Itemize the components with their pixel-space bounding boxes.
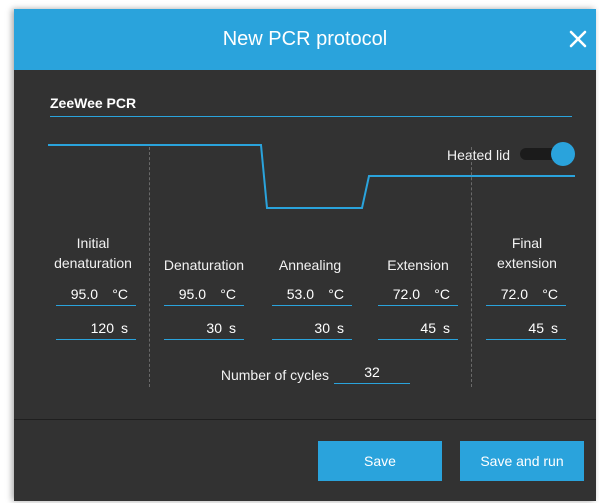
extension-temperature-input[interactable]: 72.0 °C <box>378 283 458 306</box>
save-and-run-button[interactable]: Save and run <box>460 441 584 481</box>
duration-value: 30 <box>314 320 330 336</box>
final-extension-duration-input[interactable]: 45 s <box>486 317 566 340</box>
initial-denaturation-duration-input[interactable]: 120 s <box>56 317 136 340</box>
cycle-start-divider <box>149 147 150 387</box>
temperature-unit: °C <box>542 286 558 302</box>
heated-lid-label: Heated lid <box>446 147 510 163</box>
duration-value: 120 <box>90 320 114 336</box>
temperature-value: 72.0 <box>500 286 528 302</box>
duration-unit: s <box>121 320 128 336</box>
denaturation-temperature-input[interactable]: 95.0 °C <box>164 283 244 306</box>
annealing-duration-input[interactable]: 30 s <box>272 317 352 340</box>
temperature-unit: °C <box>328 286 344 302</box>
temperature-unit: °C <box>434 286 450 302</box>
denaturation-duration-input[interactable]: 30 s <box>164 317 244 340</box>
temperature-value: 95.0 <box>178 286 206 302</box>
temperature-profile <box>48 144 575 209</box>
temperature-unit: °C <box>112 286 128 302</box>
cycle-end-divider <box>471 147 472 387</box>
duration-unit: s <box>443 320 450 336</box>
duration-value: 45 <box>528 320 544 336</box>
toggle-knob <box>551 142 575 166</box>
save-button[interactable]: Save <box>318 441 442 481</box>
pcr-protocol-dialog: New PCR protocol ZeeWee PCR Heated lid I… <box>14 9 596 501</box>
duration-value: 45 <box>420 320 436 336</box>
duration-unit: s <box>551 320 558 336</box>
duration-unit: s <box>229 320 236 336</box>
temperature-value: 53.0 <box>286 286 314 302</box>
number-of-cycles-label: Number of cycles <box>220 367 329 383</box>
number-of-cycles-input[interactable]: 32 <box>334 361 410 384</box>
footer-divider <box>14 419 596 420</box>
duration-value: 30 <box>206 320 222 336</box>
temperature-unit: °C <box>220 286 236 302</box>
initial-denaturation-temperature-input[interactable]: 95.0 °C <box>56 283 136 306</box>
extension-duration-input[interactable]: 45 s <box>378 317 458 340</box>
step-label-text: Final extension <box>497 235 557 271</box>
step-label-text: Initial denaturation <box>54 235 132 271</box>
duration-unit: s <box>337 320 344 336</box>
annealing-temperature-input[interactable]: 53.0 °C <box>272 283 352 306</box>
step-label-final-extension: Final extension <box>486 233 568 275</box>
step-label-initial-denaturation: Initial denaturation <box>44 233 142 275</box>
final-extension-temperature-input[interactable]: 72.0 °C <box>486 283 566 306</box>
temperature-value: 95.0 <box>70 286 98 302</box>
temperature-value: 72.0 <box>392 286 420 302</box>
heated-lid-toggle[interactable] <box>518 140 576 166</box>
